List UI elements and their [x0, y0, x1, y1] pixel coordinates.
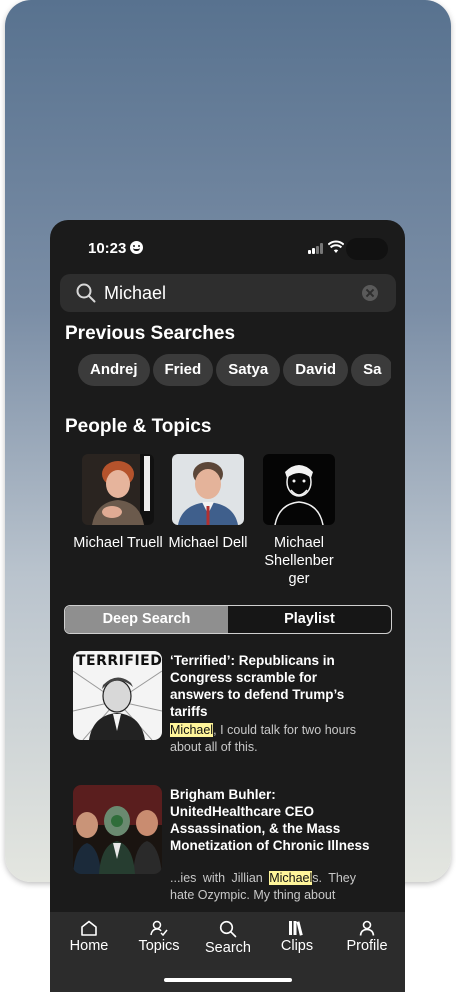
- person-name: Michael Truell: [73, 535, 163, 551]
- person-name: Michael Shellenber ger: [264, 535, 334, 587]
- tab-deep-search[interactable]: Deep Search: [65, 606, 228, 633]
- tab-label: Clips: [280, 938, 314, 954]
- highlight-match: Michael: [269, 871, 313, 885]
- home-icon: [81, 920, 97, 936]
- result-title: ‘Terrified’: Republicans in Congress scr…: [170, 653, 345, 719]
- highlight-match: Michael: [170, 723, 214, 737]
- profile-icon: [359, 920, 375, 936]
- search-chip[interactable]: Satya: [216, 354, 281, 386]
- search-chip[interactable]: Fried: [152, 354, 214, 386]
- tab-label: Search: [205, 940, 251, 956]
- result-thumbnail: [73, 785, 162, 874]
- tab-search[interactable]: Search: [193, 920, 263, 956]
- clear-icon[interactable]: [362, 285, 378, 301]
- tab-label: Topics: [138, 938, 180, 954]
- search-input[interactable]: [104, 283, 344, 304]
- tab-topics[interactable]: Topics: [124, 920, 194, 954]
- tab-label: Home: [69, 938, 109, 954]
- battery-icon: [346, 238, 388, 260]
- tab-playlist[interactable]: Playlist: [228, 606, 391, 633]
- search-bar[interactable]: [60, 274, 396, 312]
- result-thumbnail: TERRIFIED: [73, 651, 162, 740]
- people-list: Michael Truell Michael Dell Michael Shel…: [50, 454, 405, 594]
- status-bar: 10:23: [50, 220, 405, 270]
- topics-icon: [150, 920, 168, 936]
- wifi-icon: [328, 240, 344, 253]
- search-icon: [76, 283, 96, 303]
- app-screen: 10:23 Previous Searches AndrejFriedSatya…: [50, 220, 405, 992]
- result-snippet: ...ies with Jillian Michaels. They hate …: [170, 871, 356, 902]
- thumbnail-caption: TERRIFIED: [76, 653, 162, 669]
- result-snippet: Michael, I could talk for two hours abou…: [170, 723, 356, 754]
- person-avatar: [172, 454, 244, 525]
- person-avatar: [263, 454, 335, 525]
- search-chip[interactable]: Sa: [351, 354, 391, 386]
- person-avatar: [82, 454, 154, 525]
- search-mode-toggle: Deep Search Playlist: [64, 605, 392, 634]
- tab-clips[interactable]: Clips: [262, 920, 332, 954]
- search-chip[interactable]: Andrej: [78, 354, 150, 386]
- smiley-icon: [130, 241, 143, 254]
- previous-searches-title: Previous Searches: [65, 323, 236, 344]
- result-title: Brigham Buhler: UnitedHealthcare CEO Ass…: [170, 787, 370, 853]
- tab-home[interactable]: Home: [54, 920, 124, 954]
- tab-label: Profile: [346, 938, 388, 954]
- signal-icon: [308, 243, 324, 254]
- person-name: Michael Dell: [168, 535, 248, 551]
- tab-profile[interactable]: Profile: [332, 920, 402, 954]
- home-indicator[interactable]: [164, 978, 292, 982]
- status-time: 10:23: [88, 240, 127, 257]
- people-topics-title: People & Topics: [65, 416, 212, 437]
- search-icon: [219, 920, 237, 938]
- search-chip[interactable]: David: [283, 354, 349, 386]
- previous-searches-chips: Andrej Fried Satya David Sa: [78, 354, 391, 386]
- clips-icon: [289, 921, 303, 936]
